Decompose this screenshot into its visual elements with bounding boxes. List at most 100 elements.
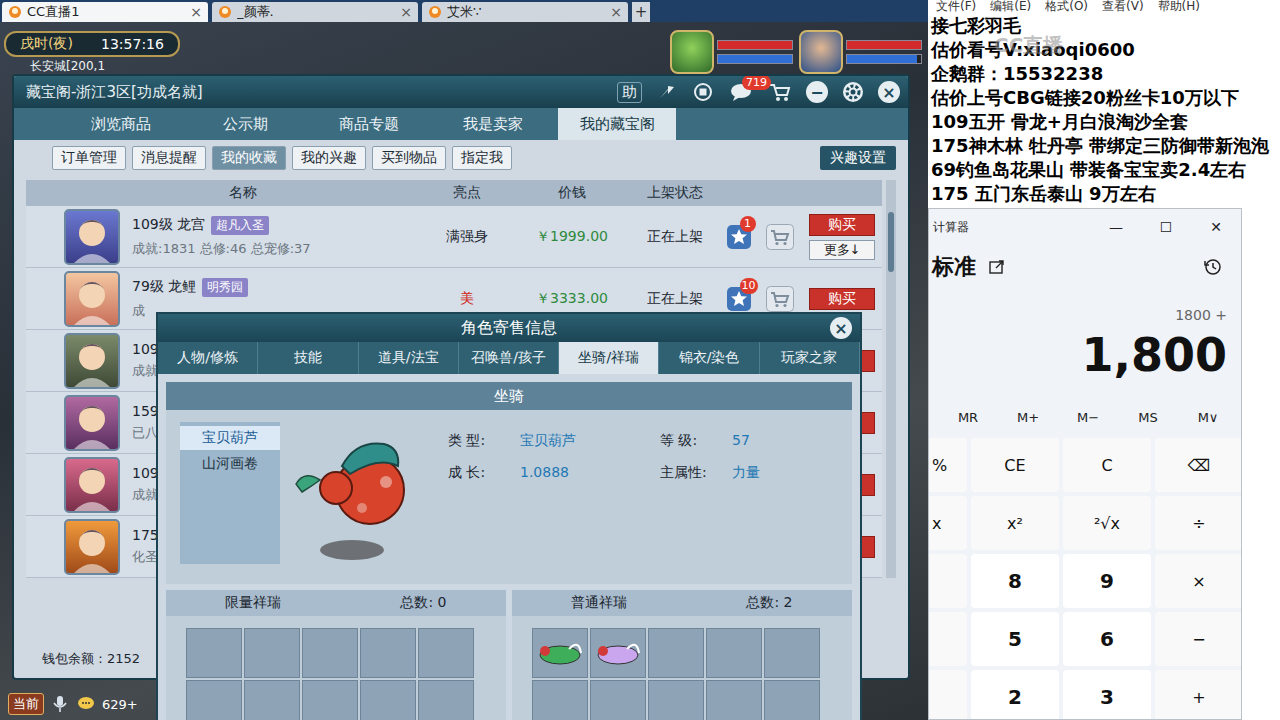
- chat-bubble-icon[interactable]: [76, 694, 96, 714]
- window-control-button[interactable]: —: [1091, 219, 1141, 235]
- sub-tab[interactable]: 订单管理: [52, 146, 126, 170]
- calculator-mode[interactable]: 标准: [932, 252, 976, 282]
- party-member[interactable]: [670, 30, 793, 74]
- minimize-button[interactable]: −: [806, 81, 828, 103]
- calculator-key[interactable]: CE: [971, 438, 1059, 492]
- xiangrui-slot[interactable]: [302, 680, 358, 720]
- memory-button[interactable]: M−: [1058, 410, 1118, 425]
- xiangrui-slot[interactable]: [648, 680, 704, 720]
- main-tab[interactable]: 公示期: [186, 108, 304, 140]
- xiangrui-slot[interactable]: [764, 628, 820, 678]
- buy-button[interactable]: 购买: [809, 214, 875, 236]
- calculator-key[interactable]: 6: [1063, 612, 1151, 666]
- dialog-tab[interactable]: 道具/法宝: [359, 342, 459, 374]
- mount-item[interactable]: 山河画卷: [180, 452, 280, 476]
- xiangrui-slot[interactable]: [418, 628, 474, 678]
- window-control-button[interactable]: ☐: [1141, 219, 1191, 235]
- xiangrui-slot[interactable]: [360, 628, 416, 678]
- calculator-key[interactable]: C: [1063, 438, 1151, 492]
- calculator-key[interactable]: x²: [971, 496, 1059, 550]
- xiangrui-slot[interactable]: [590, 628, 646, 678]
- xiangrui-slot[interactable]: [302, 628, 358, 678]
- listing-row[interactable]: 109级 龙宫 超凡入圣 成就:1831 总修:46 总宠修:37 满强身 ￥1…: [26, 206, 882, 268]
- memory-button[interactable]: M∨: [1178, 410, 1238, 425]
- history-icon[interactable]: [1203, 257, 1223, 277]
- xiangrui-slot[interactable]: [764, 680, 820, 720]
- browser-tab[interactable]: CC直播1 ×: [2, 2, 208, 22]
- more-button[interactable]: 更多↓: [809, 240, 875, 260]
- dialog-tab[interactable]: 人物/修炼: [158, 342, 258, 374]
- channel-button[interactable]: 当前: [8, 693, 44, 715]
- close-tab-button[interactable]: ×: [400, 4, 412, 20]
- calculator-key[interactable]: 8: [971, 554, 1059, 608]
- dialog-tab[interactable]: 锦衣/染色: [659, 342, 759, 374]
- calculator-key[interactable]: ×: [1155, 554, 1242, 608]
- dialog-tab[interactable]: 坐骑/祥瑞: [559, 342, 659, 374]
- stop-icon[interactable]: [692, 81, 714, 103]
- sub-tab[interactable]: 我的兴趣: [292, 146, 366, 170]
- main-tab[interactable]: 我的藏宝阁: [558, 108, 676, 140]
- calculator-key[interactable]: −: [1155, 612, 1242, 666]
- xiangrui-icon[interactable]: [593, 633, 643, 673]
- memory-button[interactable]: M+: [998, 410, 1058, 425]
- mount-item[interactable]: 宝贝葫芦: [180, 426, 280, 450]
- keep-on-top-icon[interactable]: [988, 258, 1006, 276]
- xiangrui-slot[interactable]: [244, 628, 300, 678]
- xiangrui-slot[interactable]: [244, 680, 300, 720]
- main-tab[interactable]: 商品专题: [310, 108, 428, 140]
- sub-tab[interactable]: 消息提醒: [132, 146, 206, 170]
- settings-gear-icon[interactable]: [842, 81, 864, 103]
- close-tab-button[interactable]: ×: [610, 4, 622, 20]
- calculator-key[interactable]: [929, 612, 967, 666]
- calculator-key[interactable]: ²√x: [1063, 496, 1151, 550]
- cart-icon[interactable]: [768, 81, 792, 103]
- xiangrui-slot[interactable]: [186, 680, 242, 720]
- calculator-key[interactable]: [929, 670, 967, 720]
- calculator-key[interactable]: +: [1155, 670, 1242, 720]
- dialog-tab[interactable]: 召唤兽/孩子: [459, 342, 559, 374]
- new-tab-button[interactable]: +: [632, 2, 650, 22]
- window-control-button[interactable]: ✕: [1191, 219, 1241, 235]
- sub-tab[interactable]: 指定我: [452, 146, 512, 170]
- xiangrui-slot[interactable]: [532, 628, 588, 678]
- scrollbar[interactable]: [886, 180, 896, 578]
- party-member[interactable]: [799, 30, 922, 74]
- xiangrui-slot[interactable]: [706, 628, 762, 678]
- main-tab[interactable]: 我是卖家: [434, 108, 552, 140]
- share-icon[interactable]: [656, 81, 678, 103]
- calculator-key[interactable]: 5: [971, 612, 1059, 666]
- calculator-key[interactable]: 2: [971, 670, 1059, 720]
- menu-item[interactable]: 文件(F): [936, 0, 976, 14]
- main-tab[interactable]: 浏览商品: [62, 108, 180, 140]
- sub-tab[interactable]: 我的收藏: [212, 146, 286, 170]
- microphone-icon[interactable]: [50, 694, 70, 714]
- close-button[interactable]: ×: [830, 317, 852, 339]
- memory-button[interactable]: MS: [1118, 410, 1178, 425]
- xiangrui-slot[interactable]: [532, 680, 588, 720]
- calculator-key[interactable]: %: [929, 438, 967, 492]
- xiangrui-slot[interactable]: [360, 680, 416, 720]
- browser-tab[interactable]: _颜蒂. ×: [212, 2, 418, 22]
- close-tab-button[interactable]: ×: [190, 4, 202, 20]
- calculator-key[interactable]: x: [929, 496, 967, 550]
- calculator-key[interactable]: ÷: [1155, 496, 1242, 550]
- menu-item[interactable]: 格式(O): [1045, 0, 1088, 14]
- buy-button[interactable]: 购买: [809, 288, 875, 310]
- calculator-key[interactable]: [929, 554, 967, 608]
- calculator-key[interactable]: 3: [1063, 670, 1151, 720]
- close-button[interactable]: ×: [878, 81, 900, 103]
- menu-item[interactable]: 帮助(H): [1158, 0, 1200, 14]
- cart-icon[interactable]: [766, 224, 794, 250]
- xiangrui-slot[interactable]: [590, 680, 646, 720]
- dialog-tab[interactable]: 玩家之家: [760, 342, 860, 374]
- xiangrui-icon[interactable]: [535, 633, 585, 673]
- xiangrui-slot[interactable]: [706, 680, 762, 720]
- menu-item[interactable]: 查看(V): [1102, 0, 1144, 14]
- sub-tab[interactable]: 买到物品: [372, 146, 446, 170]
- xiangrui-slot[interactable]: [648, 628, 704, 678]
- notepad-text[interactable]: 接七彩羽毛估价看号V:xiaoqi0600企鹅群：15532238估价上号CBG…: [928, 14, 1280, 206]
- menu-item[interactable]: 编辑(E): [990, 0, 1031, 14]
- xiangrui-slot[interactable]: [186, 628, 242, 678]
- xiangrui-slot[interactable]: [418, 680, 474, 720]
- cart-icon[interactable]: [766, 286, 794, 312]
